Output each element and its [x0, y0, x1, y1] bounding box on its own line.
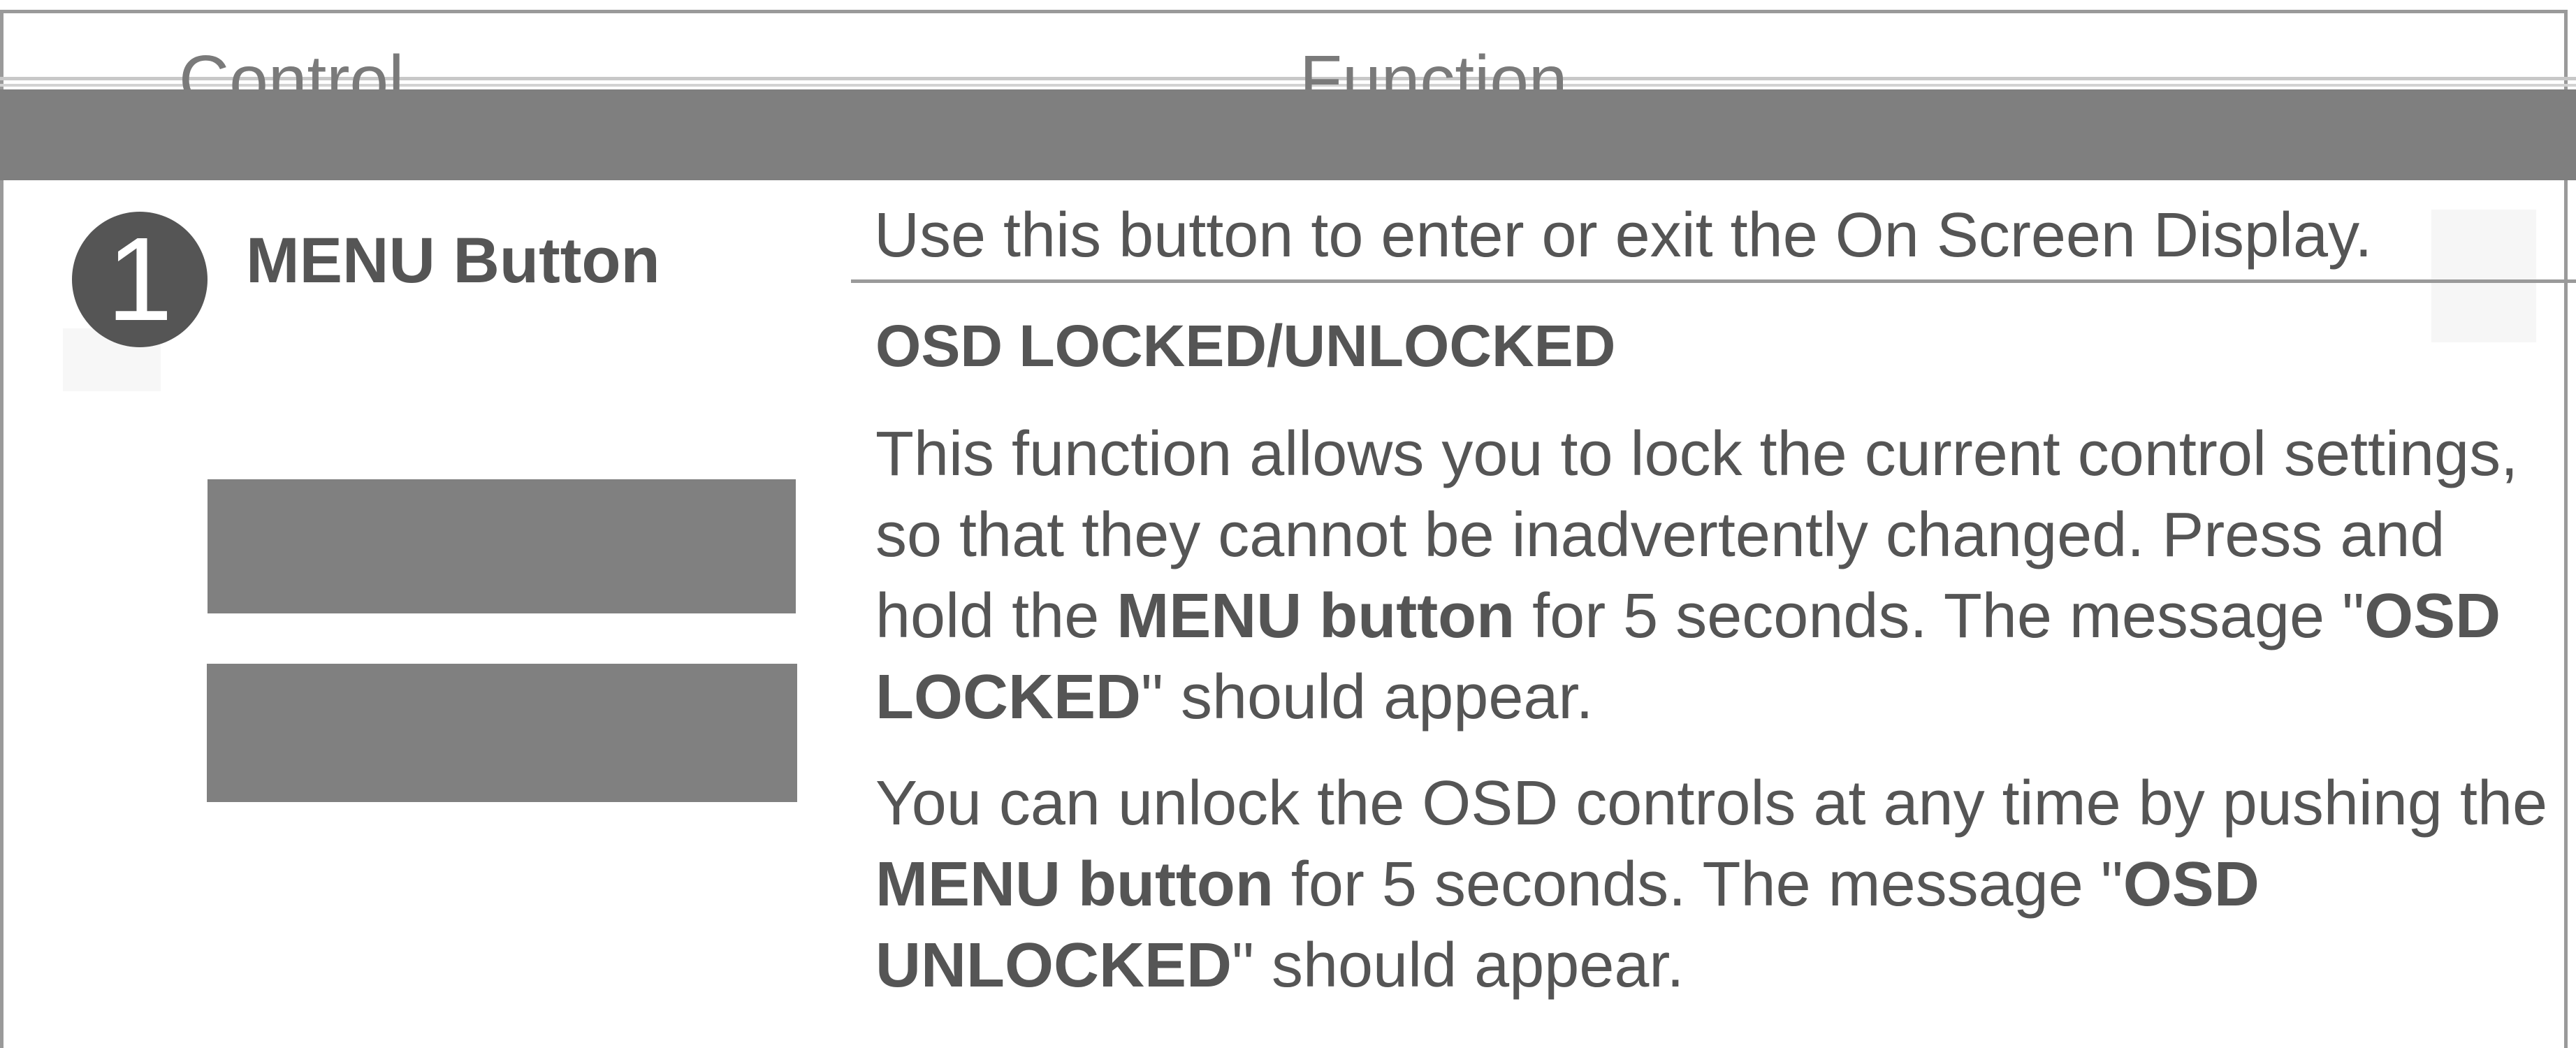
text-run: for 5 seconds. The message ": [1273, 850, 2123, 919]
column-header-function: Function: [1300, 42, 1568, 89]
divider-rule: [851, 279, 2576, 283]
bold-run: MENU button: [1116, 581, 1515, 651]
control-name: MENU Button: [246, 225, 660, 296]
unlock-description: You can unlock the OSD controls at any t…: [875, 763, 2566, 1006]
decorative-shade: [2431, 210, 2536, 342]
table-header-band: [0, 89, 2576, 180]
column-header-control: Control: [179, 42, 405, 89]
text-run: for 5 seconds. The message ": [1515, 581, 2365, 651]
text-run: " should appear.: [1232, 931, 1684, 1000]
function-intro: Use this button to enter or exit the On …: [874, 201, 2373, 270]
redacted-image-block: [207, 664, 797, 802]
text-run: You can unlock the OSD controls at any t…: [875, 769, 2548, 838]
text-run: " should appear.: [1141, 662, 1594, 732]
bold-run: MENU button: [875, 850, 1274, 919]
lock-description: This function allows you to lock the cur…: [875, 414, 2566, 738]
redacted-image-block: [208, 479, 796, 613]
callout-number-badge: 1: [72, 212, 208, 347]
section-title: OSD LOCKED/UNLOCKED: [875, 313, 1616, 379]
